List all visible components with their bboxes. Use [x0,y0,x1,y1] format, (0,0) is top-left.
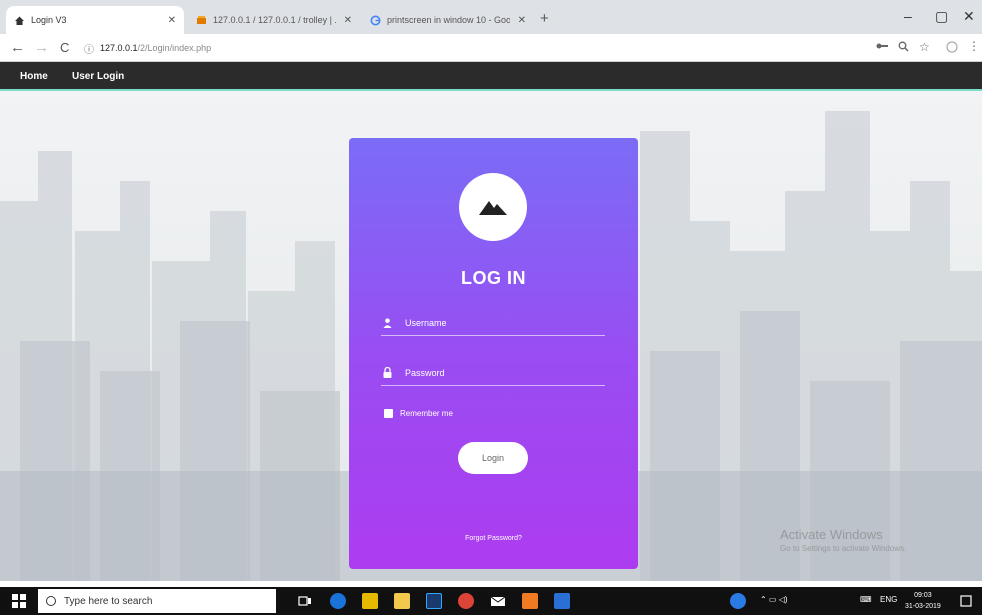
clock-date: 31-03-2019 [905,603,941,610]
user-icon [383,317,395,328]
close-window-button[interactable]: ✕ [963,8,975,25]
remember-me-option[interactable]: Remember me [384,409,453,418]
close-icon[interactable]: ✕ [168,15,176,26]
app-window-icon[interactable] [554,593,570,609]
forgot-password-link[interactable]: Forgot Password? [349,535,638,542]
username-input[interactable] [405,317,585,328]
windows-taskbar: Type here to search ⌃ ▭ ◁) ⌨ ENG 09:03 3… [0,587,982,615]
tab-title: 127.0.0.1 / 127.0.0.1 / trolley | ... [213,15,336,25]
people-icon[interactable] [730,593,746,609]
login-title: LOG IN [461,268,526,288]
keyboard-icon[interactable]: ⌨ [860,595,872,604]
back-button[interactable]: ← [10,39,25,56]
username-field [381,310,605,336]
tab-database[interactable]: 127.0.0.1 / 127.0.0.1 / trolley | ... ✕ [188,6,360,34]
microphone-icon[interactable] [264,593,280,609]
mountain-icon [479,201,507,215]
notification-icon[interactable] [958,593,974,609]
tab-google[interactable]: printscreen in window 10 - Goo... ✕ [362,6,534,34]
google-icon [370,15,381,26]
nav-home-link[interactable]: Home [20,71,48,82]
browser-tab-bar: Login V3 ✕ 127.0.0.1 / 127.0.0.1 / troll… [0,0,982,34]
tab-login[interactable]: Login V3 ✕ [6,6,184,34]
avatar [459,173,527,241]
profile-icon[interactable] [946,41,958,56]
file-explorer-icon[interactable] [394,593,410,609]
password-field [381,360,605,386]
url-field[interactable]: ⓘ 127.0.0.1 /2/Login/index.php [84,38,854,58]
lock-icon [383,367,395,378]
site-navbar: Home User Login [0,62,982,91]
chrome-icon[interactable] [458,593,474,609]
login-button[interactable]: Login [458,442,528,474]
key-icon[interactable] [876,41,888,54]
remember-me-label: Remember me [400,409,453,418]
minimize-button[interactable]: – [904,8,912,24]
house-icon [14,15,25,26]
close-icon[interactable]: ✕ [344,15,352,26]
address-bar: ← → C ⓘ 127.0.0.1 /2/Login/index.php ☆ ⋮ [0,34,982,62]
tab-title: printscreen in window 10 - Goo... [387,15,510,25]
windows-start-icon[interactable] [12,594,26,608]
mail-icon[interactable] [490,593,506,609]
tab-title: Login V3 [31,15,67,25]
taskbar-search-box[interactable]: Type here to search [38,589,276,613]
taskbar-search-placeholder: Type here to search [64,595,153,607]
language-indicator[interactable]: ENG [880,595,897,604]
xampp-icon[interactable] [522,593,538,609]
new-tab-button[interactable]: + [540,10,549,27]
watermark-subtitle: Go to Settings to activate Windows. [780,544,907,553]
edge-icon[interactable] [330,593,346,609]
activate-windows-watermark: Activate Windows Go to Settings to activ… [780,527,906,553]
reload-button[interactable]: C [60,40,69,55]
nav-user-login-link[interactable]: User Login [72,71,124,82]
close-icon[interactable]: ✕ [518,15,526,26]
clock-time: 09:03 [914,592,932,599]
tray-icons[interactable]: ⌃ ▭ ◁) [760,595,788,604]
store-icon[interactable] [362,593,378,609]
taskbar-clock[interactable]: 09:03 31-03-2019 [905,590,941,612]
photoshop-icon[interactable] [426,593,442,609]
url-path: /2/Login/index.php [137,43,212,53]
menu-icon[interactable]: ⋮ [968,39,980,53]
watermark-title: Activate Windows [780,527,883,542]
password-input[interactable] [405,367,585,378]
login-card: LOG IN Remember me Login Forgot Password… [349,138,638,569]
forward-button[interactable]: → [34,39,49,56]
task-view-icon[interactable] [297,593,313,609]
url-host: 127.0.0.1 [100,43,138,53]
database-icon [196,15,207,26]
zoom-icon[interactable] [898,41,909,55]
info-icon[interactable]: ⓘ [84,41,94,56]
maximize-button[interactable]: ▢ [935,8,948,25]
cortana-icon [46,596,56,606]
bookmark-star-icon[interactable]: ☆ [919,40,930,54]
remember-me-checkbox[interactable] [384,409,393,418]
